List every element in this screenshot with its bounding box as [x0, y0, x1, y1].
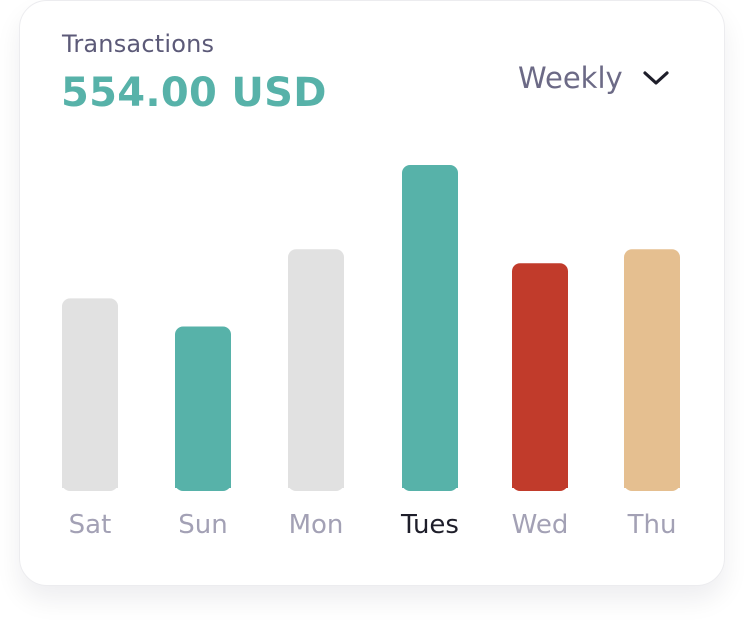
weekly-bar-chart: Sat Sun Mon Tues Wed Thu: [62, 165, 680, 540]
x-tick-label-tues[interactable]: Tues: [400, 510, 459, 540]
bar-sat[interactable]: [62, 298, 118, 491]
x-tick-label-mon[interactable]: Mon: [289, 510, 344, 540]
bar-base-thu: [624, 480, 680, 488]
bar-wed[interactable]: [512, 263, 568, 491]
bar-base-tues: [402, 480, 458, 488]
bar-tues[interactable]: [402, 165, 458, 491]
bar-sun[interactable]: [175, 326, 231, 492]
bar-base-wed: [512, 480, 568, 488]
x-tick-label-sun[interactable]: Sun: [178, 510, 227, 540]
x-tick-label-sat[interactable]: Sat: [69, 510, 112, 540]
bar-thu[interactable]: [624, 249, 680, 491]
bar-base-mon: [288, 480, 344, 488]
x-tick-label-thu[interactable]: Thu: [627, 510, 677, 540]
bar-base-sun: [175, 480, 231, 488]
x-tick-label-wed[interactable]: Wed: [512, 510, 569, 540]
bar-base-sat: [62, 480, 118, 488]
bar-mon[interactable]: [288, 249, 344, 491]
